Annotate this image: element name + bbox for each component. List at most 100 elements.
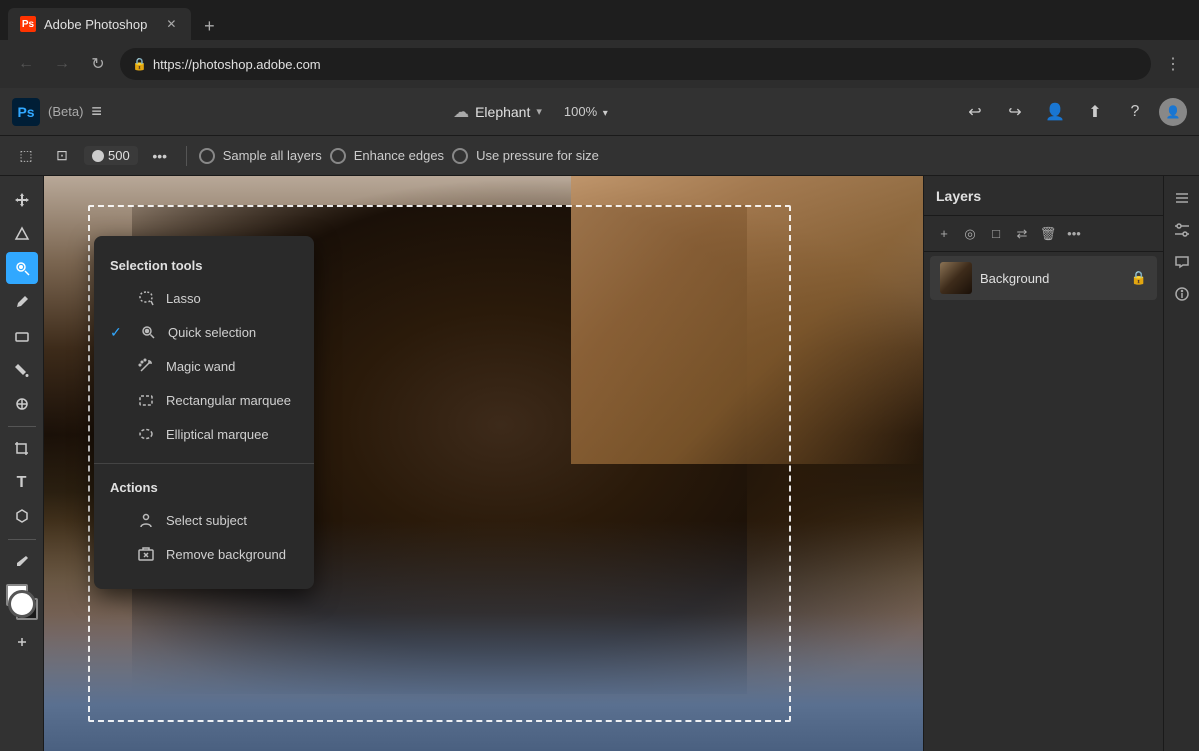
brush-size-dot xyxy=(92,150,104,162)
smart-object-button[interactable] xyxy=(6,501,38,533)
avatar[interactable]: 👤 xyxy=(1159,98,1187,126)
rectangular-marquee-item[interactable]: Rectangular marquee xyxy=(94,383,314,417)
options-toolbar: ⬚ ⊡ 500 ••• Sample all layers Enhance ed… xyxy=(0,136,1199,176)
lasso-tool-item[interactable]: Lasso xyxy=(94,281,314,315)
add-layer-button[interactable]: + xyxy=(932,222,956,246)
lasso-label: Lasso xyxy=(166,291,201,306)
quick-selection-icon xyxy=(138,322,158,342)
quick-selection-tool-button[interactable] xyxy=(6,252,38,284)
enhance-edges-label: Enhance edges xyxy=(354,148,444,163)
new-tab-button[interactable]: + xyxy=(195,12,223,40)
cloud-icon: ☁ xyxy=(453,102,469,122)
paint-bucket-button[interactable] xyxy=(6,354,38,386)
clone-stamp-button[interactable] xyxy=(6,388,38,420)
info-button[interactable] xyxy=(1168,280,1196,308)
marquee-add-button[interactable]: ⬚ xyxy=(12,142,40,170)
layer-style-button[interactable]: □ xyxy=(984,222,1008,246)
layer-lock-icon: 🔒 xyxy=(1131,270,1147,286)
actions-section: Actions Select subject xyxy=(94,470,314,577)
pressure-label: Use pressure for size xyxy=(476,148,599,163)
remove-background-item[interactable]: Remove background xyxy=(94,537,314,571)
selection-tools-title: Selection tools xyxy=(94,254,314,281)
address-bar: ← → ↻ 🔒 https://photoshop.adobe.com ⋮ xyxy=(0,40,1199,88)
foreground-circle[interactable] xyxy=(8,590,36,618)
magic-wand-label: Magic wand xyxy=(166,359,235,374)
adjustments-button[interactable] xyxy=(1168,216,1196,244)
layer-mask-button[interactable]: ◎ xyxy=(958,222,982,246)
title-chevron-icon[interactable]: ▾ xyxy=(536,105,542,118)
toolbar-divider xyxy=(186,146,187,166)
chat-button[interactable] xyxy=(1168,248,1196,276)
tool-separator-2 xyxy=(8,539,36,540)
selection-tools-section: Selection tools Lasso ✓ xyxy=(94,248,314,457)
sample-layers-toggle[interactable] xyxy=(199,148,215,164)
select-subject-label: Select subject xyxy=(166,513,247,528)
more-options-button[interactable]: ••• xyxy=(146,142,174,170)
layers-panel: Layers + ◎ □ ⇄ 🗑 ••• Background 🔒 xyxy=(923,176,1163,751)
actions-title: Actions xyxy=(94,476,314,503)
rect-marquee-icon xyxy=(136,390,156,410)
marquee-subtract-button[interactable]: ⊡ xyxy=(48,142,76,170)
type-tool-button[interactable]: T xyxy=(6,467,38,499)
tool-panel-dropdown: Selection tools Lasso ✓ xyxy=(94,236,314,589)
delete-layer-button[interactable]: 🗑 xyxy=(1036,222,1060,246)
pressure-toggle[interactable] xyxy=(452,148,468,164)
photoshop-app: Ps (Beta) ≡ ☁ Elephant ▾ 100% ▾ ↩ ↪ 👤 ⬆ … xyxy=(0,88,1199,751)
magic-wand-item[interactable]: Magic wand xyxy=(94,349,314,383)
far-right-panel xyxy=(1163,176,1199,751)
reload-button[interactable]: ↻ xyxy=(84,50,112,78)
rect-marquee-label: Rectangular marquee xyxy=(166,393,291,408)
tab-favicon: Ps xyxy=(20,16,36,32)
undo-button[interactable]: ↩ xyxy=(959,96,991,128)
forward-button[interactable]: → xyxy=(48,50,76,78)
redo-button[interactable]: ↪ xyxy=(999,96,1031,128)
elliptical-marquee-item[interactable]: Elliptical marquee xyxy=(94,417,314,451)
properties-button[interactable] xyxy=(1168,184,1196,212)
color-swatches[interactable] xyxy=(6,584,38,620)
profile-button[interactable]: 👤 xyxy=(1039,96,1071,128)
ellip-marquee-label: Elliptical marquee xyxy=(166,427,269,442)
layers-panel-title: Layers xyxy=(936,188,1151,204)
select-subject-icon xyxy=(136,510,156,530)
layer-group-button[interactable]: ⇄ xyxy=(1010,222,1034,246)
header-actions: ↩ ↪ 👤 ⬆ ? 👤 xyxy=(959,96,1187,128)
url-bar[interactable]: 🔒 https://photoshop.adobe.com xyxy=(120,48,1151,80)
lasso-icon xyxy=(136,288,156,308)
crop-tool-button[interactable] xyxy=(6,433,38,465)
quick-selection-item[interactable]: ✓ Quick selection xyxy=(94,315,314,349)
back-button[interactable]: ← xyxy=(12,50,40,78)
select-subject-item[interactable]: Select subject xyxy=(94,503,314,537)
rock-background xyxy=(571,176,923,464)
layer-item[interactable]: Background 🔒 xyxy=(930,256,1157,300)
layer-more-button[interactable]: ••• xyxy=(1062,222,1086,246)
ps-logo: Ps xyxy=(12,98,40,126)
share-button[interactable]: ⬆ xyxy=(1079,96,1111,128)
browser-menu-button[interactable]: ⋮ xyxy=(1159,50,1187,78)
tab-close-button[interactable]: ✕ xyxy=(163,16,179,32)
document-title: ☁ Elephant ▾ 100% ▾ xyxy=(453,102,608,122)
brush-size-control[interactable]: 500 xyxy=(84,146,138,165)
brush-size-value: 500 xyxy=(108,148,130,163)
remove-bg-icon xyxy=(136,544,156,564)
shape-tool-button[interactable] xyxy=(6,218,38,250)
active-tab[interactable]: Ps Adobe Photoshop ✕ xyxy=(8,8,191,40)
layers-toolbar: + ◎ □ ⇄ 🗑 ••• xyxy=(924,216,1163,252)
move-tool-button[interactable] xyxy=(6,184,38,216)
hamburger-menu-button[interactable]: ≡ xyxy=(91,101,102,122)
beta-label: (Beta) xyxy=(48,104,83,119)
enhance-edges-toggle[interactable] xyxy=(330,148,346,164)
eraser-tool-button[interactable] xyxy=(6,320,38,352)
layer-name: Background xyxy=(980,271,1123,286)
panel-divider xyxy=(94,463,314,464)
tab-title: Adobe Photoshop xyxy=(44,17,147,32)
brush-tool-button[interactable] xyxy=(6,286,38,318)
url-text: https://photoshop.adobe.com xyxy=(153,57,321,72)
zoom-display[interactable]: 100% ▾ xyxy=(564,104,608,119)
canvas-area[interactable]: Selection tools Lasso ✓ xyxy=(44,176,923,751)
layer-thumb-image xyxy=(940,262,972,294)
sample-layers-label: Sample all layers xyxy=(223,148,322,163)
resize-tool-button[interactable] xyxy=(6,626,38,658)
eyedropper-button[interactable] xyxy=(6,546,38,578)
ellip-marquee-icon xyxy=(136,424,156,444)
help-button[interactable]: ? xyxy=(1119,96,1151,128)
